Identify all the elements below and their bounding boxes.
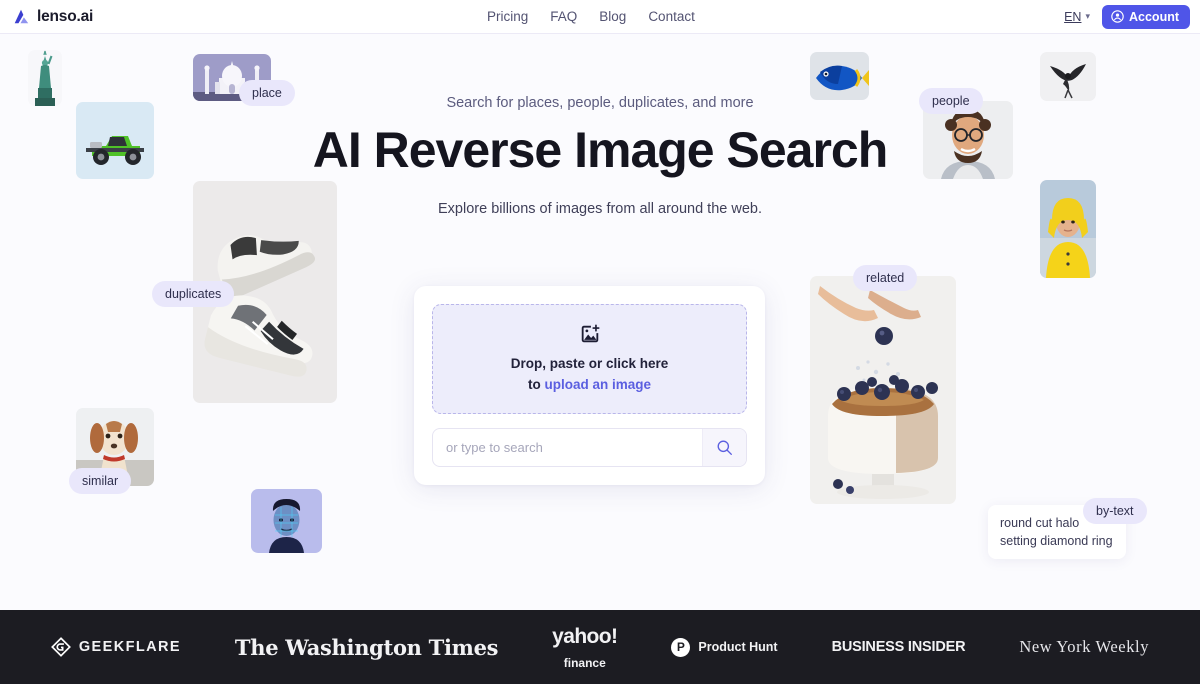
logo-business-insider-text: BUSINESS INSIDER (831, 639, 966, 655)
nav-item-faq[interactable]: FAQ (550, 9, 577, 24)
logo-product-hunt-text: Product Hunt (698, 640, 778, 654)
blue-fish-image (810, 52, 869, 100)
pill-related[interactable]: related (853, 265, 918, 291)
upload-dropzone[interactable]: Drop, paste or click here to upload an i… (432, 304, 747, 414)
search-icon (717, 440, 732, 455)
image-plus-icon (581, 324, 600, 343)
page-root: lenso.ai Pricing FAQ Blog Contact EN ▾ A… (0, 0, 1200, 684)
geekflare-icon (50, 637, 71, 657)
account-button[interactable]: Account (1102, 4, 1190, 29)
language-label: EN (1064, 9, 1082, 24)
dropzone-line2-prefix: to (527, 376, 545, 392)
thumbnail-blue-fish[interactable] (810, 52, 869, 100)
logo-new-york-weekly[interactable]: New York Weekly (1019, 637, 1149, 657)
logo-geekflare-text: GEEKFLARE (78, 639, 181, 655)
brand-logo[interactable]: lenso.ai (12, 8, 93, 26)
lenso-logo-icon (14, 9, 29, 23)
hero-subtitle: Explore billions of images from all arou… (438, 201, 762, 217)
pill-people[interactable]: people (919, 88, 983, 114)
logo-new-york-weekly-text: New York Weekly (1019, 637, 1150, 656)
nav-item-blog[interactable]: Blog (599, 9, 626, 24)
logo-geekflare[interactable]: GEEKFLARE (50, 637, 181, 657)
upload-image-link[interactable]: upload an image (544, 377, 651, 392)
logo-product-hunt[interactable]: P Product Hunt (671, 637, 778, 657)
hero-eyebrow: Search for places, people, duplicates, a… (446, 95, 754, 111)
account-button-label: Account (1129, 9, 1179, 24)
dropzone-line1: Drop, paste or click here (510, 356, 669, 372)
user-circle-icon (1111, 10, 1124, 23)
pill-duplicates[interactable]: duplicates (152, 281, 235, 307)
thumbnail-face-scan-portrait[interactable] (251, 489, 322, 553)
page-title: AI Reverse Image Search (312, 122, 889, 178)
search-card: Drop, paste or click here to upload an i… (414, 286, 765, 485)
language-selector[interactable]: EN ▾ (1064, 10, 1090, 24)
header-actions: EN ▾ Account (1064, 4, 1190, 29)
pill-by-text[interactable]: by-text (1083, 498, 1147, 524)
nav-item-contact[interactable]: Contact (648, 9, 695, 24)
site-header: lenso.ai Pricing FAQ Blog Contact EN ▾ A… (0, 0, 1200, 34)
logo-business-insider[interactable]: BUSINESS INSIDER (832, 639, 966, 655)
blueberry-cake-image (810, 276, 956, 504)
logo-washington-times-text: The Washington Times (234, 634, 499, 660)
logo-yahoo-finance[interactable]: yahoo! finance (552, 624, 618, 670)
brand-name: lenso.ai (37, 7, 94, 25)
search-row (432, 428, 747, 467)
product-hunt-icon: P (671, 637, 691, 657)
thumbnail-blueberry-cake[interactable] (810, 276, 956, 504)
nav-item-pricing[interactable]: Pricing (487, 9, 528, 24)
pill-similar[interactable]: similar (69, 468, 132, 494)
pill-place[interactable]: place (239, 80, 295, 106)
press-logos-bar: GEEKFLARE The Washington Times yahoo! fi… (0, 610, 1200, 684)
thumbnail-black-bird[interactable] (1040, 52, 1096, 101)
hero-section: Search for places, people, duplicates, a… (0, 95, 1200, 217)
black-bird-image (1040, 52, 1096, 101)
dropzone-text: Drop, paste or click here to upload an i… (511, 354, 669, 395)
face-scan-portrait-image (251, 489, 322, 553)
main-nav: Pricing FAQ Blog Contact (487, 9, 695, 24)
logo-washington-times[interactable]: The Washington Times (234, 634, 499, 660)
chevron-down-icon: ▾ (1085, 11, 1090, 21)
search-input[interactable] (433, 429, 702, 466)
logo-yahoo-sub: finance (563, 655, 606, 670)
search-submit-button[interactable] (702, 429, 746, 466)
logo-yahoo-text: yahoo! (552, 624, 618, 648)
